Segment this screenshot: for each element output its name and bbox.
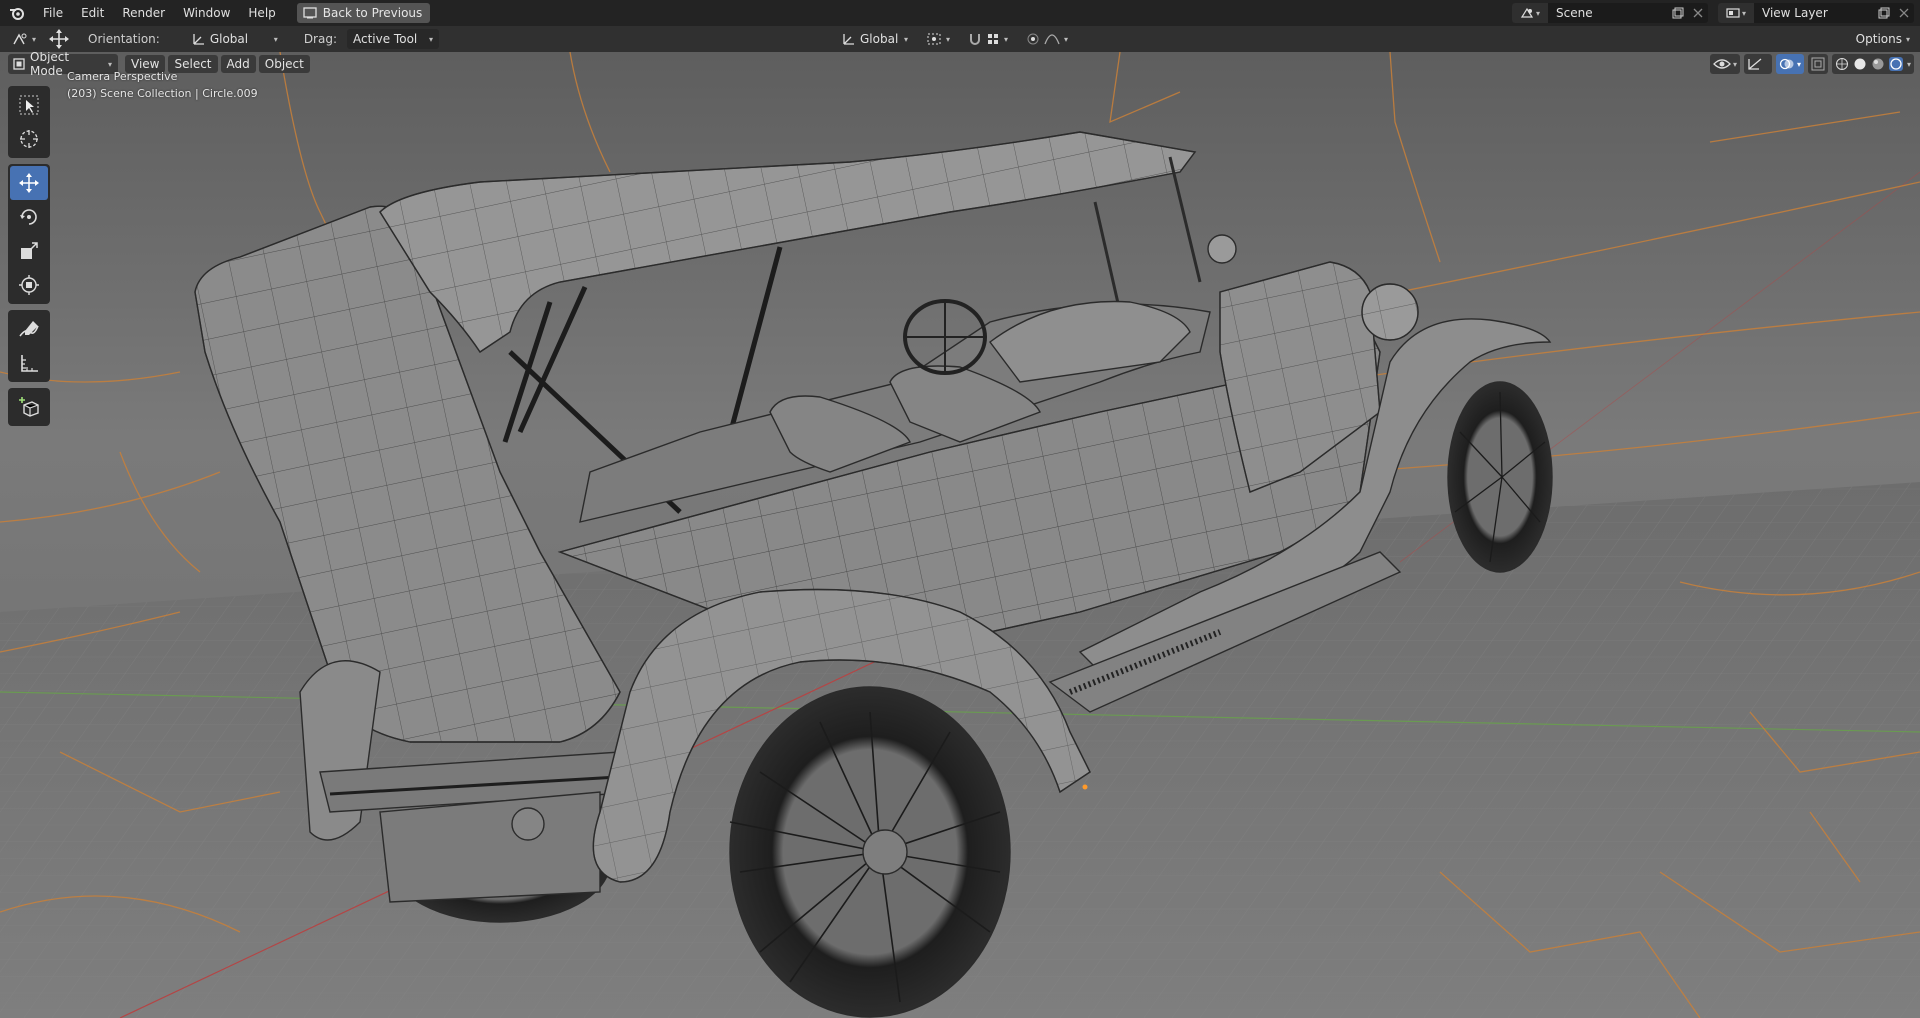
active-tool-icon[interactable] (42, 29, 76, 49)
measure-tool-icon[interactable] (10, 346, 48, 380)
rotate-tool-icon[interactable] (10, 200, 48, 234)
gizmo-icon (1748, 58, 1762, 70)
orientation-label: Orientation: (88, 32, 160, 46)
view-layer-selector[interactable]: ▾ View Layer (1718, 3, 1914, 23)
screen-back-icon (303, 7, 317, 19)
material-shading-icon[interactable] (1871, 57, 1885, 71)
snap-magnet-icon[interactable] (968, 32, 982, 46)
transform-orientation-value: Global (860, 32, 899, 46)
annotate-tool-icon[interactable] (10, 312, 48, 346)
view-layer-icon[interactable]: ▾ (1718, 3, 1754, 23)
viewport-menu-object[interactable]: Object (258, 55, 310, 73)
workspace-selectors: ▾ Scene ▾ View Layer (1512, 0, 1920, 26)
snap-controls[interactable]: ▾ (962, 29, 1014, 49)
viewport-header: Object Mode ▾ View Select Add Object ▾ ▾… (0, 52, 1920, 78)
view-layer-name-field[interactable]: View Layer (1754, 3, 1874, 23)
viewport-toolbar (8, 86, 50, 432)
xray-icon (1811, 57, 1825, 71)
drag-value: Active Tool (353, 32, 418, 46)
tool-group-add (8, 388, 50, 426)
drag-label: Drag: (303, 32, 337, 46)
back-to-previous-button[interactable]: Back to Previous (296, 3, 431, 23)
back-to-previous-label: Back to Previous (322, 6, 423, 20)
duplicate-scene-icon[interactable] (1668, 3, 1688, 23)
pivot-point-dropdown[interactable]: ▾ (920, 29, 956, 49)
scene-icon[interactable]: ▾ (1512, 3, 1548, 23)
tool-group-annotate (8, 310, 50, 382)
tool-settings-bar: ▾ Orientation: Global ▾ Drag: Active Too… (0, 26, 1920, 52)
tool-group-select (8, 86, 50, 158)
viewport-scene[interactable] (0, 52, 1920, 1018)
remove-view-layer-icon[interactable] (1894, 3, 1914, 23)
rendered-shading-icon[interactable] (1888, 57, 1903, 71)
transform-orientation-dropdown[interactable]: Global ▾ (836, 29, 914, 49)
editor-type-icon (13, 33, 27, 45)
snap-increment-icon[interactable] (986, 32, 1000, 46)
menu-file[interactable]: File (34, 2, 72, 24)
menu-render[interactable]: Render (113, 2, 174, 24)
menu-window[interactable]: Window (174, 2, 239, 24)
transform-tool-icon[interactable] (10, 268, 48, 302)
xray-toggle[interactable] (1807, 54, 1828, 74)
top-menu-bar: File Edit Render Window Help Back to Pre… (0, 0, 1920, 26)
transform-controls: Global ▾ ▾ ▾ ▾ (836, 29, 1074, 49)
shading-modes[interactable]: ▾ (1831, 54, 1914, 74)
gizmo-toggle[interactable]: ▾ (1743, 54, 1772, 74)
orientation-value: Global (209, 32, 249, 46)
tool-group-transform (8, 164, 50, 304)
overlays-icon (1779, 58, 1794, 70)
wireframe-shading-icon[interactable] (1835, 57, 1849, 71)
select-box-tool-icon[interactable] (10, 88, 48, 122)
viewport-menu-add[interactable]: Add (220, 55, 256, 73)
orientation-global-icon (193, 34, 204, 45)
falloff-curve-icon[interactable] (1044, 32, 1060, 46)
scene-name-field[interactable]: Scene (1548, 3, 1668, 23)
cursor-tool-icon[interactable] (10, 122, 48, 156)
proportional-editing-icon[interactable] (1026, 32, 1040, 46)
viewport-display-controls: ▾ ▾ ▾ ▾ (1709, 54, 1914, 74)
orientation-dropdown[interactable]: Global ▾ (186, 29, 284, 49)
drag-dropdown[interactable]: Active Tool ▾ (347, 29, 439, 49)
3d-viewport[interactable]: Object Mode ▾ View Select Add Object ▾ ▾… (0, 52, 1920, 1018)
remove-scene-icon[interactable] (1688, 3, 1708, 23)
transform-orientation-icon (843, 34, 854, 45)
scene-selector[interactable]: ▾ Scene (1512, 3, 1708, 23)
solid-shading-icon[interactable] (1853, 57, 1867, 71)
scale-tool-icon[interactable] (10, 234, 48, 268)
blender-logo-icon[interactable] (0, 0, 34, 26)
object-mode-icon (13, 58, 25, 70)
duplicate-view-layer-icon[interactable] (1874, 3, 1894, 23)
overlays-toggle[interactable]: ▾ (1775, 54, 1804, 74)
pivot-point-icon (927, 33, 941, 45)
eye-icon (1713, 59, 1731, 69)
visibility-dropdown[interactable]: ▾ (1709, 54, 1740, 74)
menu-edit[interactable]: Edit (72, 2, 113, 24)
options-dropdown[interactable]: Options ▾ (1850, 29, 1916, 49)
editor-type-dropdown[interactable]: ▾ (6, 29, 42, 49)
add-cube-tool-icon[interactable] (10, 390, 48, 424)
menu-help[interactable]: Help (239, 2, 284, 24)
camera-perspective-text: Camera Perspective (67, 70, 178, 83)
options-label: Options (1855, 32, 1902, 46)
scene-collection-text: (203) Scene Collection | Circle.009 (67, 87, 258, 100)
move-tool-icon[interactable] (10, 166, 48, 200)
proportional-editing-controls[interactable]: ▾ (1020, 29, 1074, 49)
